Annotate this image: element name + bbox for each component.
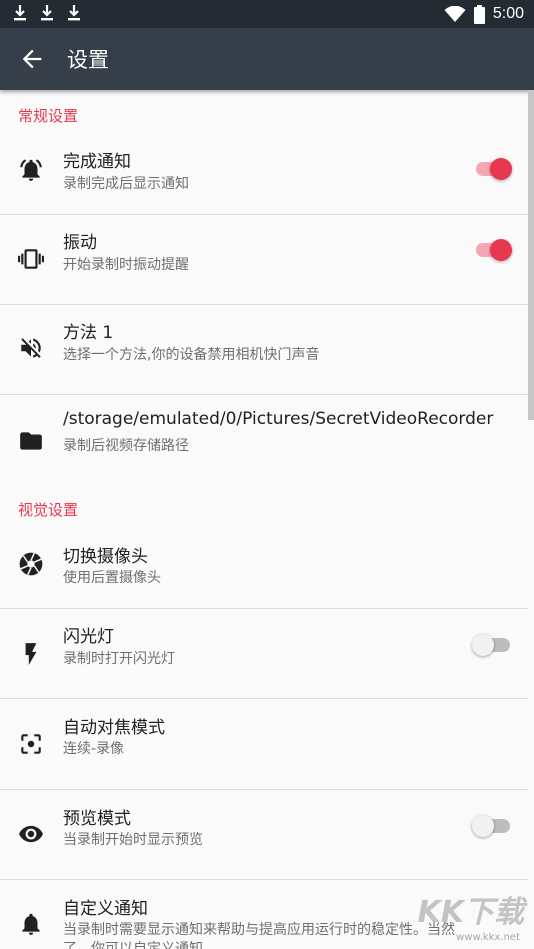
setting-title: 振动 <box>63 233 97 253</box>
status-bar: 5:00 <box>0 0 534 28</box>
preview-toggle[interactable] <box>472 812 516 838</box>
setting-switch-camera[interactable]: 切换摄像头 使用后置摄像头 <box>0 530 528 608</box>
center-focus-icon <box>21 734 41 754</box>
section-header-general: 常规设置 <box>18 107 79 125</box>
watermark-logo: KK下载 <box>417 895 525 930</box>
vibrate-icon <box>18 249 44 269</box>
toggle-thumb <box>472 815 494 837</box>
setting-method[interactable]: 方法 1 选择一个方法,你的设备禁用相机快门声音 <box>0 305 528 394</box>
flash-icon <box>25 643 37 665</box>
page-title: 设置 <box>67 48 109 72</box>
setting-autofocus[interactable]: 自动对焦模式 连续-录像 <box>0 699 528 789</box>
toggle-thumb <box>472 634 494 656</box>
alarm-bell-icon <box>20 159 42 181</box>
vibrate-toggle[interactable] <box>472 236 514 262</box>
setting-title: 自动对焦模式 <box>63 718 165 738</box>
volume-off-icon <box>21 338 41 358</box>
toggle-thumb <box>490 239 512 261</box>
setting-subtitle-line1: 当录制时需要显示通知来帮助与提高应用运行时的稳定性。当然 <box>63 922 455 938</box>
setting-subtitle: 录制后视频存储路径 <box>63 438 189 454</box>
setting-subtitle: 当录制开始时显示预览 <box>63 832 203 848</box>
bell-icon <box>22 913 40 935</box>
toggle-thumb <box>490 158 512 180</box>
setting-subtitle: 录制时打开闪光灯 <box>63 651 175 667</box>
watermark: KK下载 www.kkx.net <box>418 895 528 945</box>
setting-subtitle: 录制完成后显示通知 <box>63 176 189 192</box>
setting-storage-path[interactable]: /storage/emulated/0/Pictures/SecretVideo… <box>0 395 528 485</box>
setting-flash[interactable]: 闪光灯 录制时打开闪光灯 <box>0 609 528 698</box>
setting-subtitle: 开始录制时振动提醒 <box>63 257 189 273</box>
setting-subtitle: 选择一个方法,你的设备禁用相机快门声音 <box>63 347 320 363</box>
battery-icon <box>473 4 485 24</box>
setting-title: 闪光灯 <box>63 627 114 647</box>
watermark-url: www.kkx.net <box>456 932 520 943</box>
setting-complete-notify[interactable]: 完成通知 录制完成后显示通知 <box>0 134 528 214</box>
settings-list[interactable]: 常规设置 完成通知 录制完成后显示通知 振动 开始录制时振动提醒 方法 1 选择… <box>0 90 534 949</box>
download-icon <box>68 5 80 21</box>
arrow-back-icon[interactable] <box>18 45 46 73</box>
download-icon <box>14 5 26 21</box>
download-icon <box>41 5 53 21</box>
setting-subtitle: 使用后置摄像头 <box>63 570 161 586</box>
section-header-visual: 视觉设置 <box>18 501 79 519</box>
setting-title: 方法 1 <box>63 323 114 343</box>
flash-toggle[interactable] <box>472 631 516 657</box>
status-time: 5:00 <box>492 5 524 22</box>
app-bar: 设置 <box>0 28 534 90</box>
setting-vibrate[interactable]: 振动 开始录制时振动提醒 <box>0 215 528 304</box>
setting-title: /storage/emulated/0/Pictures/SecretVideo… <box>63 409 494 429</box>
eye-icon <box>19 825 43 843</box>
complete-notify-toggle[interactable] <box>472 155 514 181</box>
wifi-icon <box>444 5 466 22</box>
setting-subtitle: 连续-录像 <box>63 741 125 757</box>
camera-iris-icon <box>19 552 43 576</box>
setting-preview[interactable]: 预览模式 当录制开始时显示预览 <box>0 790 528 879</box>
setting-title: 切换摄像头 <box>63 547 148 567</box>
folder-icon <box>20 432 42 450</box>
setting-title: 自定义通知 <box>63 899 148 919</box>
scrollbar[interactable] <box>528 90 534 420</box>
setting-subtitle-line2: 了，你可以自定义通知 <box>63 941 203 949</box>
setting-title: 完成通知 <box>63 152 131 172</box>
setting-title: 预览模式 <box>63 809 131 829</box>
